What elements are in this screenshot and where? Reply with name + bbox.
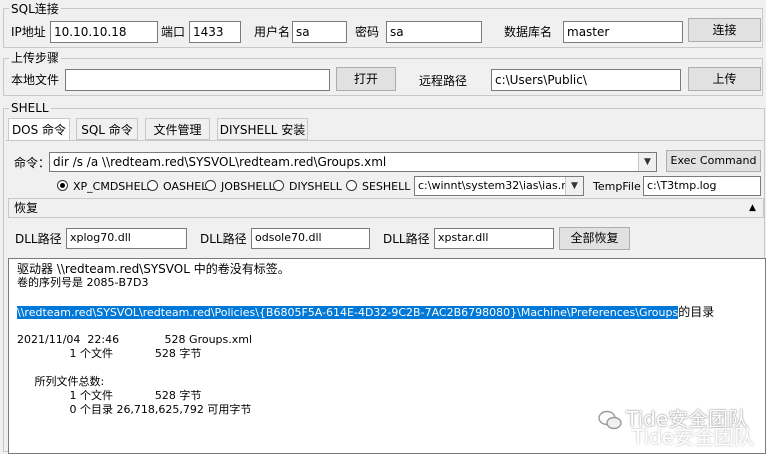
- radio-diyshell[interactable]: [273, 180, 284, 191]
- output-line-8: 0 个目录 26,718,625,792 可用字节: [17, 403, 252, 416]
- output-line-2: 卷的序列号是 2085-B7D3: [17, 276, 149, 289]
- db-label: 数据库名: [504, 25, 553, 39]
- port-label: 端口: [161, 25, 186, 39]
- tempfile-label: TempFile: [593, 180, 641, 193]
- tab-dos-command[interactable]: DOS 命令: [8, 118, 70, 141]
- shell-legend: SHELL: [9, 101, 51, 115]
- local-file-label: 本地文件: [11, 73, 60, 87]
- radio-seshell-label: SESHELL: [362, 180, 411, 193]
- radio-seshell[interactable]: [346, 180, 357, 191]
- output-line-3-suffix: 的目录: [678, 305, 715, 319]
- restore-all-button[interactable]: 全部恢复: [559, 227, 630, 250]
- exec-command-button[interactable]: Exec Command: [666, 150, 761, 172]
- ip-input[interactable]: 10.10.10.18: [50, 21, 158, 43]
- tempfile-input[interactable]: c:\T3tmp.log: [643, 176, 761, 196]
- connect-button[interactable]: 连接: [688, 18, 761, 42]
- mdb-dropdown-icon[interactable]: ▼: [565, 177, 583, 195]
- ip-label: IP地址: [11, 25, 46, 39]
- radio-oashell[interactable]: [147, 180, 158, 191]
- dll3-input[interactable]: xpstar.dll: [434, 228, 554, 249]
- radio-xp-cmdshell-label: XP_CMDSHELL: [73, 180, 153, 193]
- mdb-path-select[interactable]: c:\winnt\system32\ias\ias.mdb: [414, 176, 584, 196]
- user-label: 用户名: [254, 25, 291, 39]
- output-line-3: \\redteam.red\SYSVOL\redteam.red\Policie…: [17, 305, 714, 320]
- tab-sql-command[interactable]: SQL 命令: [76, 118, 138, 140]
- dll1-label: DLL路径: [15, 232, 62, 246]
- pass-label: 密码: [355, 25, 380, 39]
- dll1-input[interactable]: xplog70.dll: [66, 228, 187, 249]
- output-line-7: 1 个文件 528 字节: [17, 389, 202, 402]
- output-line-4: 2021/11/04 22:46 528 Groups.xml: [17, 333, 253, 346]
- output-line-5: 1 个文件 528 字节: [17, 347, 202, 360]
- local-file-input[interactable]: [65, 69, 330, 91]
- upload-legend: 上传步骤: [9, 51, 62, 65]
- tab-diyshell-install[interactable]: DIYSHELL 安装: [217, 118, 308, 140]
- collapse-up-icon[interactable]: ▲: [749, 202, 756, 214]
- remote-path-label: 远程路径: [419, 74, 468, 88]
- sql-connect-legend: SQL连接: [9, 2, 61, 16]
- output-line-1: 驱动器 \\redteam.red\SYSVOL 中的卷没有标签。: [17, 262, 290, 276]
- remote-path-input[interactable]: c:\Users\Public\: [491, 69, 681, 91]
- command-input[interactable]: dir /s /a \\redteam.red\SYSVOL\redteam.r…: [49, 152, 657, 172]
- radio-jobshell-label: JOBSHELL: [221, 180, 275, 193]
- restore-header: [8, 198, 764, 218]
- pass-input[interactable]: sa: [386, 21, 482, 43]
- tab-panel-border: [6, 140, 764, 141]
- radio-diyshell-label: DIYSHELL: [289, 180, 342, 193]
- command-dropdown-icon[interactable]: ▼: [638, 153, 656, 171]
- command-label: 命令：: [14, 156, 51, 170]
- radio-jobshell[interactable]: [205, 180, 216, 191]
- radio-xp-cmdshell[interactable]: [57, 180, 68, 191]
- dll3-label: DLL路径: [383, 232, 430, 246]
- db-input[interactable]: master: [563, 21, 683, 43]
- watermark-text-shadow: Tide安全团队: [632, 425, 755, 449]
- dll2-label: DLL路径: [200, 232, 247, 246]
- output-selection: \\redteam.red\SYSVOL\redteam.red\Policie…: [17, 306, 679, 319]
- restore-title: 恢复: [14, 201, 39, 215]
- output-line-6: 所列文件总数:: [17, 375, 105, 388]
- wechat-icon: [598, 410, 622, 430]
- dll2-input[interactable]: odsole70.dll: [251, 228, 370, 249]
- port-input[interactable]: 1433: [189, 21, 241, 43]
- upload-button[interactable]: 上传: [688, 67, 761, 91]
- tab-file-manager[interactable]: 文件管理: [145, 118, 210, 140]
- open-button[interactable]: 打开: [336, 67, 396, 91]
- user-input[interactable]: sa: [292, 21, 347, 43]
